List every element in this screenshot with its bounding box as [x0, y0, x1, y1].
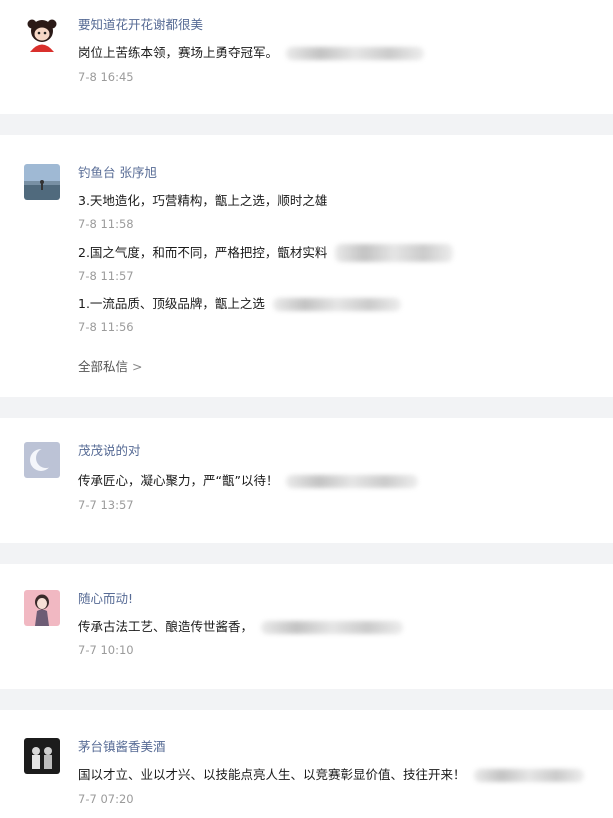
redacted-content: [335, 244, 454, 262]
message-time: 7-7 10:10: [78, 643, 134, 657]
section-divider: [0, 543, 613, 564]
redacted-content: [286, 46, 425, 60]
redacted-content: [261, 620, 404, 634]
chevron-right-icon: >: [132, 359, 143, 374]
message-text: 岗位上苦练本领，赛场上勇夺冠军。: [78, 44, 595, 62]
message-text: 国以才立、业以才兴、以技能点亮人生、以竞赛彰显价值、技往开来！: [78, 766, 595, 784]
landscape-photo-avatar-icon[interactable]: [24, 164, 60, 200]
message-time: 7-8 11:58: [78, 217, 134, 231]
message-thread[interactable]: 随心而动! 传承古法工艺、酿造传世酱香， 7-7 10:10: [0, 564, 613, 689]
message-text: 传承匠心，凝心聚力，严“甑”以待！: [78, 472, 595, 490]
dark-group-photo-avatar-icon[interactable]: [24, 738, 60, 774]
message-text: 3.天地造化，巧营精构，甑上之选，顺时之雄: [78, 193, 328, 208]
message-time: 7-8 11:56: [78, 320, 134, 334]
message-text: 2.国之气度，和而不同，严格把控，甑材实料: [78, 244, 595, 262]
red-cartoon-girl-avatar-icon[interactable]: [24, 16, 60, 52]
message-time: 7-7 07:20: [78, 792, 134, 806]
message-time: 7-7 13:57: [78, 498, 134, 512]
redacted-content: [473, 768, 584, 782]
thread-sender-name[interactable]: 茂茂说的对: [78, 443, 595, 459]
message-thread[interactable]: 钓鱼台 张序旭 3.天地造化，巧营精构，甑上之选，顺时之雄 7-8 11:58 …: [0, 135, 613, 397]
message-thread[interactable]: 要知道花开花谢都很美 岗位上苦练本领，赛场上勇夺冠军。 7-8 16:45: [0, 0, 613, 114]
private-message-list: 要知道花开花谢都很美 岗位上苦练本领，赛场上勇夺冠军。 7-8 16:45 钓鱼…: [0, 0, 613, 818]
anime-character-avatar-icon[interactable]: [24, 590, 60, 626]
message-thread[interactable]: 茅台镇酱香美酒 国以才立、业以才兴、以技能点亮人生、以竞赛彰显价值、技往开来！ …: [0, 710, 613, 818]
section-divider: [0, 397, 613, 418]
crescent-moon-avatar-icon[interactable]: [24, 442, 60, 478]
message-thread[interactable]: 茂茂说的对 传承匠心，凝心聚力，严“甑”以待！ 7-7 13:57: [0, 418, 613, 543]
thread-sender-name[interactable]: 要知道花开花谢都很美: [78, 17, 595, 33]
message-text: 1.一流品质、顶级品牌，甑上之选: [78, 295, 595, 313]
redacted-content: [272, 297, 401, 311]
thread-sender-name[interactable]: 茅台镇酱香美酒: [78, 739, 595, 755]
redacted-content: [286, 474, 419, 488]
thread-sender-name[interactable]: 随心而动!: [78, 591, 595, 607]
section-divider: [0, 689, 613, 710]
message-time: 7-8 16:45: [78, 70, 134, 84]
thread-sender-name[interactable]: 钓鱼台 张序旭: [78, 165, 595, 181]
section-divider: [0, 114, 613, 135]
message-time: 7-8 11:57: [78, 269, 134, 283]
message-text: 传承古法工艺、酿造传世酱香，: [78, 618, 595, 636]
all-private-messages-link[interactable]: 全部私信 >: [78, 359, 595, 375]
